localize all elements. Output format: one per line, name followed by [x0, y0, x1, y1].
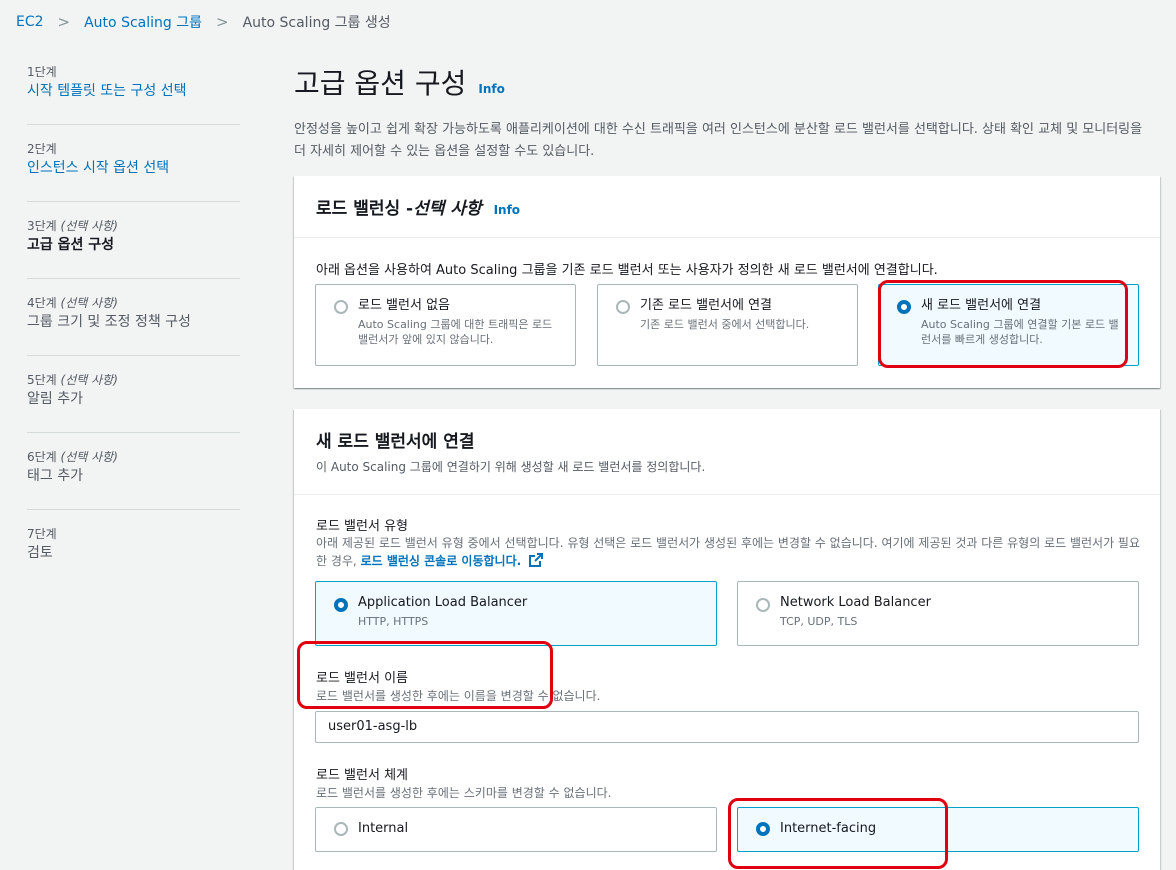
page-title-text: 고급 옵션 구성 — [294, 67, 467, 100]
step-number: 6단계 (선택 사항) — [27, 450, 118, 464]
lb-scheme-label: 로드 밸런서 체계 — [316, 768, 408, 783]
step-number: 5단계 (선택 사항) — [27, 373, 118, 387]
option-desc: 기존 로드 밸런서 중에서 선택합니다. — [640, 318, 810, 331]
step-number: 2단계 — [27, 142, 57, 156]
step-title-link[interactable]: 인스턴스 시작 옵션 선택 — [27, 157, 240, 179]
radio-button-selected[interactable] — [756, 822, 770, 836]
lb-scheme-description: 로드 밸런서를 생성한 후에는 스키마를 변경할 수 없습니다. — [316, 786, 612, 800]
radio-button-selected[interactable] — [897, 300, 911, 314]
load-balancing-panel: 로드 밸런싱 - 선택 사항 Info 아래 옵션을 사용하여 Auto Sca… — [294, 176, 1160, 388]
info-link[interactable]: Info — [478, 65, 504, 113]
wizard-step-2[interactable]: 2단계 인스턴스 시작 옵션 선택 — [27, 141, 240, 202]
radio-button-selected[interactable] — [334, 598, 348, 612]
radio-button[interactable] — [334, 300, 348, 314]
breadcrumb: EC2 > Auto Scaling 그룹 > Auto Scaling 그룹 … — [16, 12, 391, 32]
option-title: 로드 밸런서 없음 — [358, 298, 450, 313]
panel-title: 로드 밸런싱 - 선택 사항 Info — [316, 194, 1138, 219]
breadcrumb-ec2-link[interactable]: EC2 — [16, 14, 44, 30]
option-title: 새 로드 밸런서에 연결 — [921, 298, 1042, 313]
panel-header: 새 로드 밸런서에 연결 이 Auto Scaling 그룹에 연결하기 위해 … — [294, 409, 1160, 495]
info-link[interactable]: Info — [494, 203, 520, 217]
option-desc: Auto Scaling 그룹에 대한 트래픽은 로드 밸런서가 앞에 있지 않… — [358, 318, 553, 346]
wizard-step-1[interactable]: 1단계 시작 템플릿 또는 구성 선택 — [27, 64, 240, 125]
lb-name-label: 로드 밸런서 이름 — [316, 671, 408, 686]
step-title: 태그 추가 — [27, 468, 83, 484]
lb-instruction: 아래 옵션을 사용하여 Auto Scaling 그룹을 기존 로드 밸런서 또… — [316, 263, 938, 278]
chevron-right-icon: > — [215, 13, 229, 31]
new-load-balancer-panel: 새 로드 밸런서에 연결 이 Auto Scaling 그룹에 연결하기 위해 … — [294, 409, 1160, 870]
step-number: 1단계 — [27, 65, 57, 79]
breadcrumb-current: Auto Scaling 그룹 생성 — [242, 15, 391, 31]
wizard-step-5: 5단계 (선택 사항) 알림 추가 — [27, 372, 240, 433]
wizard-step-6: 6단계 (선택 사항) 태그 추가 — [27, 449, 240, 510]
panel-header: 로드 밸런싱 - 선택 사항 Info — [294, 176, 1160, 238]
breadcrumb-asg-link[interactable]: Auto Scaling 그룹 — [84, 12, 202, 32]
external-link-icon[interactable] — [529, 553, 544, 572]
step-number: 7단계 — [27, 527, 57, 541]
lb-name-input[interactable]: user01-asg-lb — [315, 711, 1139, 743]
option-title: Internet-facing — [780, 821, 877, 836]
radio-button[interactable] — [616, 300, 630, 314]
main-content: 고급 옵션 구성 Info 안정성을 높이고 쉽게 확장 가능하도록 애플리케이… — [294, 60, 1160, 870]
wizard-steps-nav: 1단계 시작 템플릿 또는 구성 선택 2단계 인스턴스 시작 옵션 선택 3단… — [27, 64, 240, 603]
step-title: 알림 추가 — [27, 391, 83, 407]
step-title-link[interactable]: 시작 템플릿 또는 구성 선택 — [27, 80, 240, 102]
step-number: 3단계 (선택 사항) — [27, 219, 118, 233]
lb-scheme-internal[interactable]: Internal — [315, 807, 717, 852]
option-desc: HTTP, HTTPS — [358, 615, 429, 628]
lb-console-link[interactable]: 로드 밸런싱 콘솔로 이동합니다. — [361, 554, 522, 568]
lb-type-label: 로드 밸런서 유형 — [316, 519, 408, 534]
lb-type-network[interactable]: Network Load Balancer TCP, UDP, TLS — [737, 581, 1139, 646]
step-title-current: 고급 옵션 구성 — [27, 237, 115, 253]
option-desc: Auto Scaling 그룹에 연결할 기본 로드 밸런서를 빠르게 생성합니… — [921, 318, 1119, 346]
panel-title: 새 로드 밸런서에 연결 — [316, 432, 475, 452]
option-desc: TCP, UDP, TLS — [780, 615, 858, 628]
step-title: 그룹 크기 및 조정 정책 구성 — [27, 314, 191, 330]
radio-button[interactable] — [334, 822, 348, 836]
page-description: 안정성을 높이고 쉽게 확장 가능하도록 애플리케이션에 대한 수신 트래픽을 … — [294, 122, 1143, 159]
wizard-step-4: 4단계 (선택 사항) 그룹 크기 및 조정 정책 구성 — [27, 295, 240, 356]
step-title: 검토 — [27, 545, 53, 561]
lb-type-description: 아래 제공된 로드 밸런서 유형 중에서 선택합니다. 유형 선택은 로드 밸런… — [316, 534, 1146, 572]
panel-title-optional: 선택 사항 — [413, 199, 482, 219]
option-title: Internal — [358, 821, 409, 836]
option-no-load-balancer[interactable]: 로드 밸런서 없음 Auto Scaling 그룹에 대한 트래픽은 로드 밸런… — [315, 284, 576, 366]
panel-description: 이 Auto Scaling 그룹에 연결하기 위해 생성할 새 로드 밸런서를… — [316, 460, 706, 474]
lb-name-description: 로드 밸런서를 생성한 후에는 이름을 변경할 수 없습니다. — [316, 689, 601, 703]
page-title: 고급 옵션 구성 Info — [294, 60, 1160, 113]
option-new-load-balancer[interactable]: 새 로드 밸런서에 연결 Auto Scaling 그룹에 연결할 기본 로드 … — [878, 284, 1139, 366]
wizard-step-7: 7단계 검토 — [27, 526, 240, 587]
wizard-step-3: 3단계 (선택 사항) 고급 옵션 구성 — [27, 218, 240, 279]
option-existing-load-balancer[interactable]: 기존 로드 밸런서에 연결 기존 로드 밸런서 중에서 선택합니다. — [597, 284, 858, 366]
option-title: 기존 로드 밸런서에 연결 — [640, 298, 772, 313]
lb-scheme-internet-facing[interactable]: Internet-facing — [737, 807, 1139, 852]
lb-type-application[interactable]: Application Load Balancer HTTP, HTTPS — [315, 581, 717, 646]
option-title: Network Load Balancer — [780, 595, 931, 610]
step-number: 4단계 (선택 사항) — [27, 296, 118, 310]
option-title: Application Load Balancer — [358, 595, 528, 610]
chevron-right-icon: > — [57, 13, 71, 31]
panel-title-text: 로드 밸런싱 - — [316, 199, 414, 219]
radio-button[interactable] — [756, 598, 770, 612]
